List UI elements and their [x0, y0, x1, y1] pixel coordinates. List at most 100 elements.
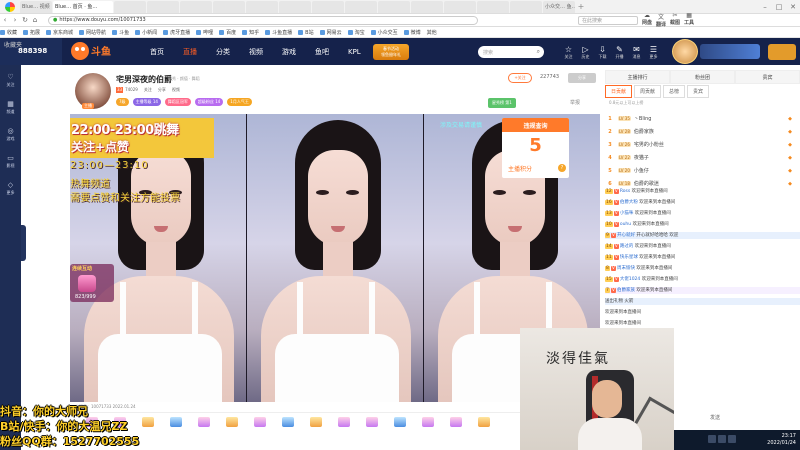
- browser-logo-icon[interactable]: [0, 0, 20, 14]
- tray-icon[interactable]: [718, 435, 726, 443]
- bookmark[interactable]: 网站导航: [79, 29, 106, 36]
- user-corner[interactable]: 收藏夹 888398: [0, 38, 62, 65]
- subtab-total[interactable]: 总榜: [663, 85, 686, 98]
- sidebar-item-channel[interactable]: ▦ 频道: [0, 95, 21, 119]
- url-input[interactable]: ● https://www.douyu.com/10071733: [48, 15, 478, 25]
- nav-kpl[interactable]: KPL: [348, 48, 361, 56]
- follow-button[interactable]: +关注: [508, 73, 532, 83]
- history-icon[interactable]: ▷ 历史: [577, 42, 594, 62]
- browser-tab[interactable]: Blue… 视频: [20, 0, 52, 13]
- bookmark[interactable]: 虎牙直播: [163, 29, 190, 36]
- nav-game[interactable]: 游戏: [282, 47, 296, 57]
- bookmark[interactable]: 京东商城: [46, 29, 73, 36]
- chat-message[interactable]: 9 V 开心就好 开心就好哈哈哈 欢迎: [605, 232, 800, 239]
- chat-message[interactable]: 送出礼物 火箭: [605, 298, 800, 305]
- badge[interactable]: 7级: [116, 98, 129, 106]
- chat-message[interactable]: 13 V 小猫咪 欢迎来到本直播间: [605, 210, 800, 217]
- user-level-banner[interactable]: [700, 44, 760, 59]
- browser-tab[interactable]: [378, 0, 410, 13]
- close-icon[interactable]: ✕: [786, 1, 800, 13]
- refresh-icon[interactable]: ↻: [20, 15, 30, 25]
- tab-fan-club[interactable]: 粉丝团: [670, 70, 735, 84]
- bookmark[interactable]: 哔哩: [196, 29, 213, 36]
- rank-badge[interactable]: 星秀榜 第1: [488, 98, 516, 108]
- subtab-daily[interactable]: 日贡献: [605, 85, 633, 98]
- badge[interactable]: 超级粉丝 14: [194, 98, 224, 106]
- message-icon[interactable]: ✉ 消息: [628, 42, 645, 62]
- chat-message[interactable]: 12 V Ross 欢迎来到本直播间: [605, 188, 800, 195]
- gift-item-icon[interactable]: [226, 416, 238, 427]
- browser-tab[interactable]: [411, 0, 443, 13]
- browser-tab[interactable]: [147, 0, 179, 13]
- chat-message[interactable]: 15 V 大佬1024 欢迎来到本直播间: [605, 276, 800, 283]
- rank-row[interactable]: 2 LV 28 伯爵家族 ◆: [605, 125, 800, 138]
- gift-item-icon[interactable]: [422, 416, 434, 427]
- score-widget[interactable]: 违规查询 5 主播积分 ?: [502, 118, 569, 178]
- nav-fishbar[interactable]: 鱼吧: [315, 47, 329, 57]
- chat-message[interactable]: 欢迎来到本直播间: [605, 320, 800, 327]
- site-search-input[interactable]: 搜索 ⌕: [478, 46, 544, 58]
- search-icon[interactable]: ⌕: [537, 48, 540, 56]
- bookmark[interactable]: 收藏: [0, 29, 17, 36]
- download-icon[interactable]: ⇩ 下载: [594, 42, 611, 62]
- subtab-weekly[interactable]: 周贡献: [634, 85, 662, 98]
- gift-item-icon[interactable]: [198, 416, 210, 427]
- event-badge[interactable]: 春节活动 领鱼翅年礼: [373, 44, 409, 60]
- chat-message[interactable]: 16 V 伯爵大粉 欢迎来到本直播间: [605, 199, 800, 206]
- home-icon[interactable]: ⌂: [30, 15, 40, 25]
- tool-screenshot[interactable]: ✂ 截图: [670, 12, 680, 28]
- send-button[interactable]: 发送: [710, 414, 720, 421]
- gift-item-icon[interactable]: [170, 416, 182, 427]
- bookmark[interactable]: 网易云: [319, 29, 342, 36]
- menu-icon[interactable]: ☰ 更多: [645, 42, 662, 62]
- chat-message[interactable]: 10 Vouhu 欢迎来到本直播间: [605, 221, 800, 228]
- bookmark[interactable]: 拓展: [23, 29, 40, 36]
- sidebar-item-game[interactable]: ◎ 游戏: [0, 122, 21, 146]
- follow-icon[interactable]: ☆ 关注: [560, 42, 577, 62]
- anchor-name[interactable]: 宅男深夜的伯爵: [116, 74, 172, 85]
- browser-tab[interactable]: [213, 0, 245, 13]
- share-button[interactable]: 分享: [568, 73, 596, 83]
- rank-row[interactable]: 5 LV 20 小鱼仔 ◆: [605, 164, 800, 177]
- rank-row[interactable]: 4 LV 22 夜猫子 ◆: [605, 151, 800, 164]
- tool-translate[interactable]: 文翻译: [656, 12, 666, 28]
- help-icon[interactable]: ?: [558, 164, 566, 172]
- nav-home[interactable]: 首页: [150, 47, 164, 57]
- sidebar-item-more[interactable]: ◇ 更多: [0, 176, 21, 200]
- bookmark[interactable]: 小新闻: [135, 29, 157, 36]
- tray-icon[interactable]: [728, 435, 736, 443]
- gift-item-icon[interactable]: [338, 416, 350, 427]
- bookmark[interactable]: 知乎: [242, 29, 259, 36]
- gift-item-icon[interactable]: [282, 416, 294, 427]
- chat-message[interactable]: 11 V 快乐星球 欢迎来到本直播间: [605, 254, 800, 261]
- tab-vip[interactable]: 贵宾: [735, 70, 800, 84]
- browser-search-input[interactable]: 在此搜索: [578, 15, 638, 25]
- browser-tab[interactable]: [477, 0, 509, 13]
- browser-tab[interactable]: [444, 0, 476, 13]
- bookmark-more[interactable]: 其他: [427, 29, 437, 36]
- rank-row[interactable]: 3 LV 26 宅男的小粉丝 ◆: [605, 138, 800, 151]
- browser-tab[interactable]: [180, 0, 212, 13]
- badge[interactable]: 舞蹈区冠军: [164, 98, 191, 106]
- nav-category[interactable]: 分类: [216, 47, 230, 57]
- sidebar-item-video[interactable]: ▭ 影视: [0, 149, 21, 173]
- gift-item-icon[interactable]: [478, 416, 490, 427]
- chat-message[interactable]: 14 V 路过的 欢迎来到本直播间: [605, 243, 800, 250]
- bookmark[interactable]: 微博: [403, 29, 421, 36]
- browser-tab[interactable]: [510, 0, 542, 13]
- gift-item-icon[interactable]: [366, 416, 378, 427]
- chat-message[interactable]: 欢迎来到本直播间: [605, 309, 800, 316]
- gift-item-icon[interactable]: [450, 416, 462, 427]
- bookmark[interactable]: 斗鱼: [112, 29, 129, 36]
- minimize-icon[interactable]: –: [758, 1, 772, 13]
- forward-icon[interactable]: ›: [10, 15, 20, 25]
- tab-anchor-rank[interactable]: 主播排行: [605, 70, 670, 84]
- gift-item-icon[interactable]: [254, 416, 266, 427]
- tool-netdisk[interactable]: ☁ 网盘: [642, 12, 652, 28]
- clock[interactable]: 23:17 2022/01/24: [767, 433, 796, 447]
- bookmark[interactable]: B站: [298, 29, 314, 36]
- interaction-widget[interactable]: 连续互动 823/999: [70, 264, 114, 302]
- douyu-logo[interactable]: 斗鱼: [70, 39, 112, 63]
- user-avatar[interactable]: [672, 39, 698, 64]
- badge[interactable]: 主播等级 14: [132, 98, 161, 106]
